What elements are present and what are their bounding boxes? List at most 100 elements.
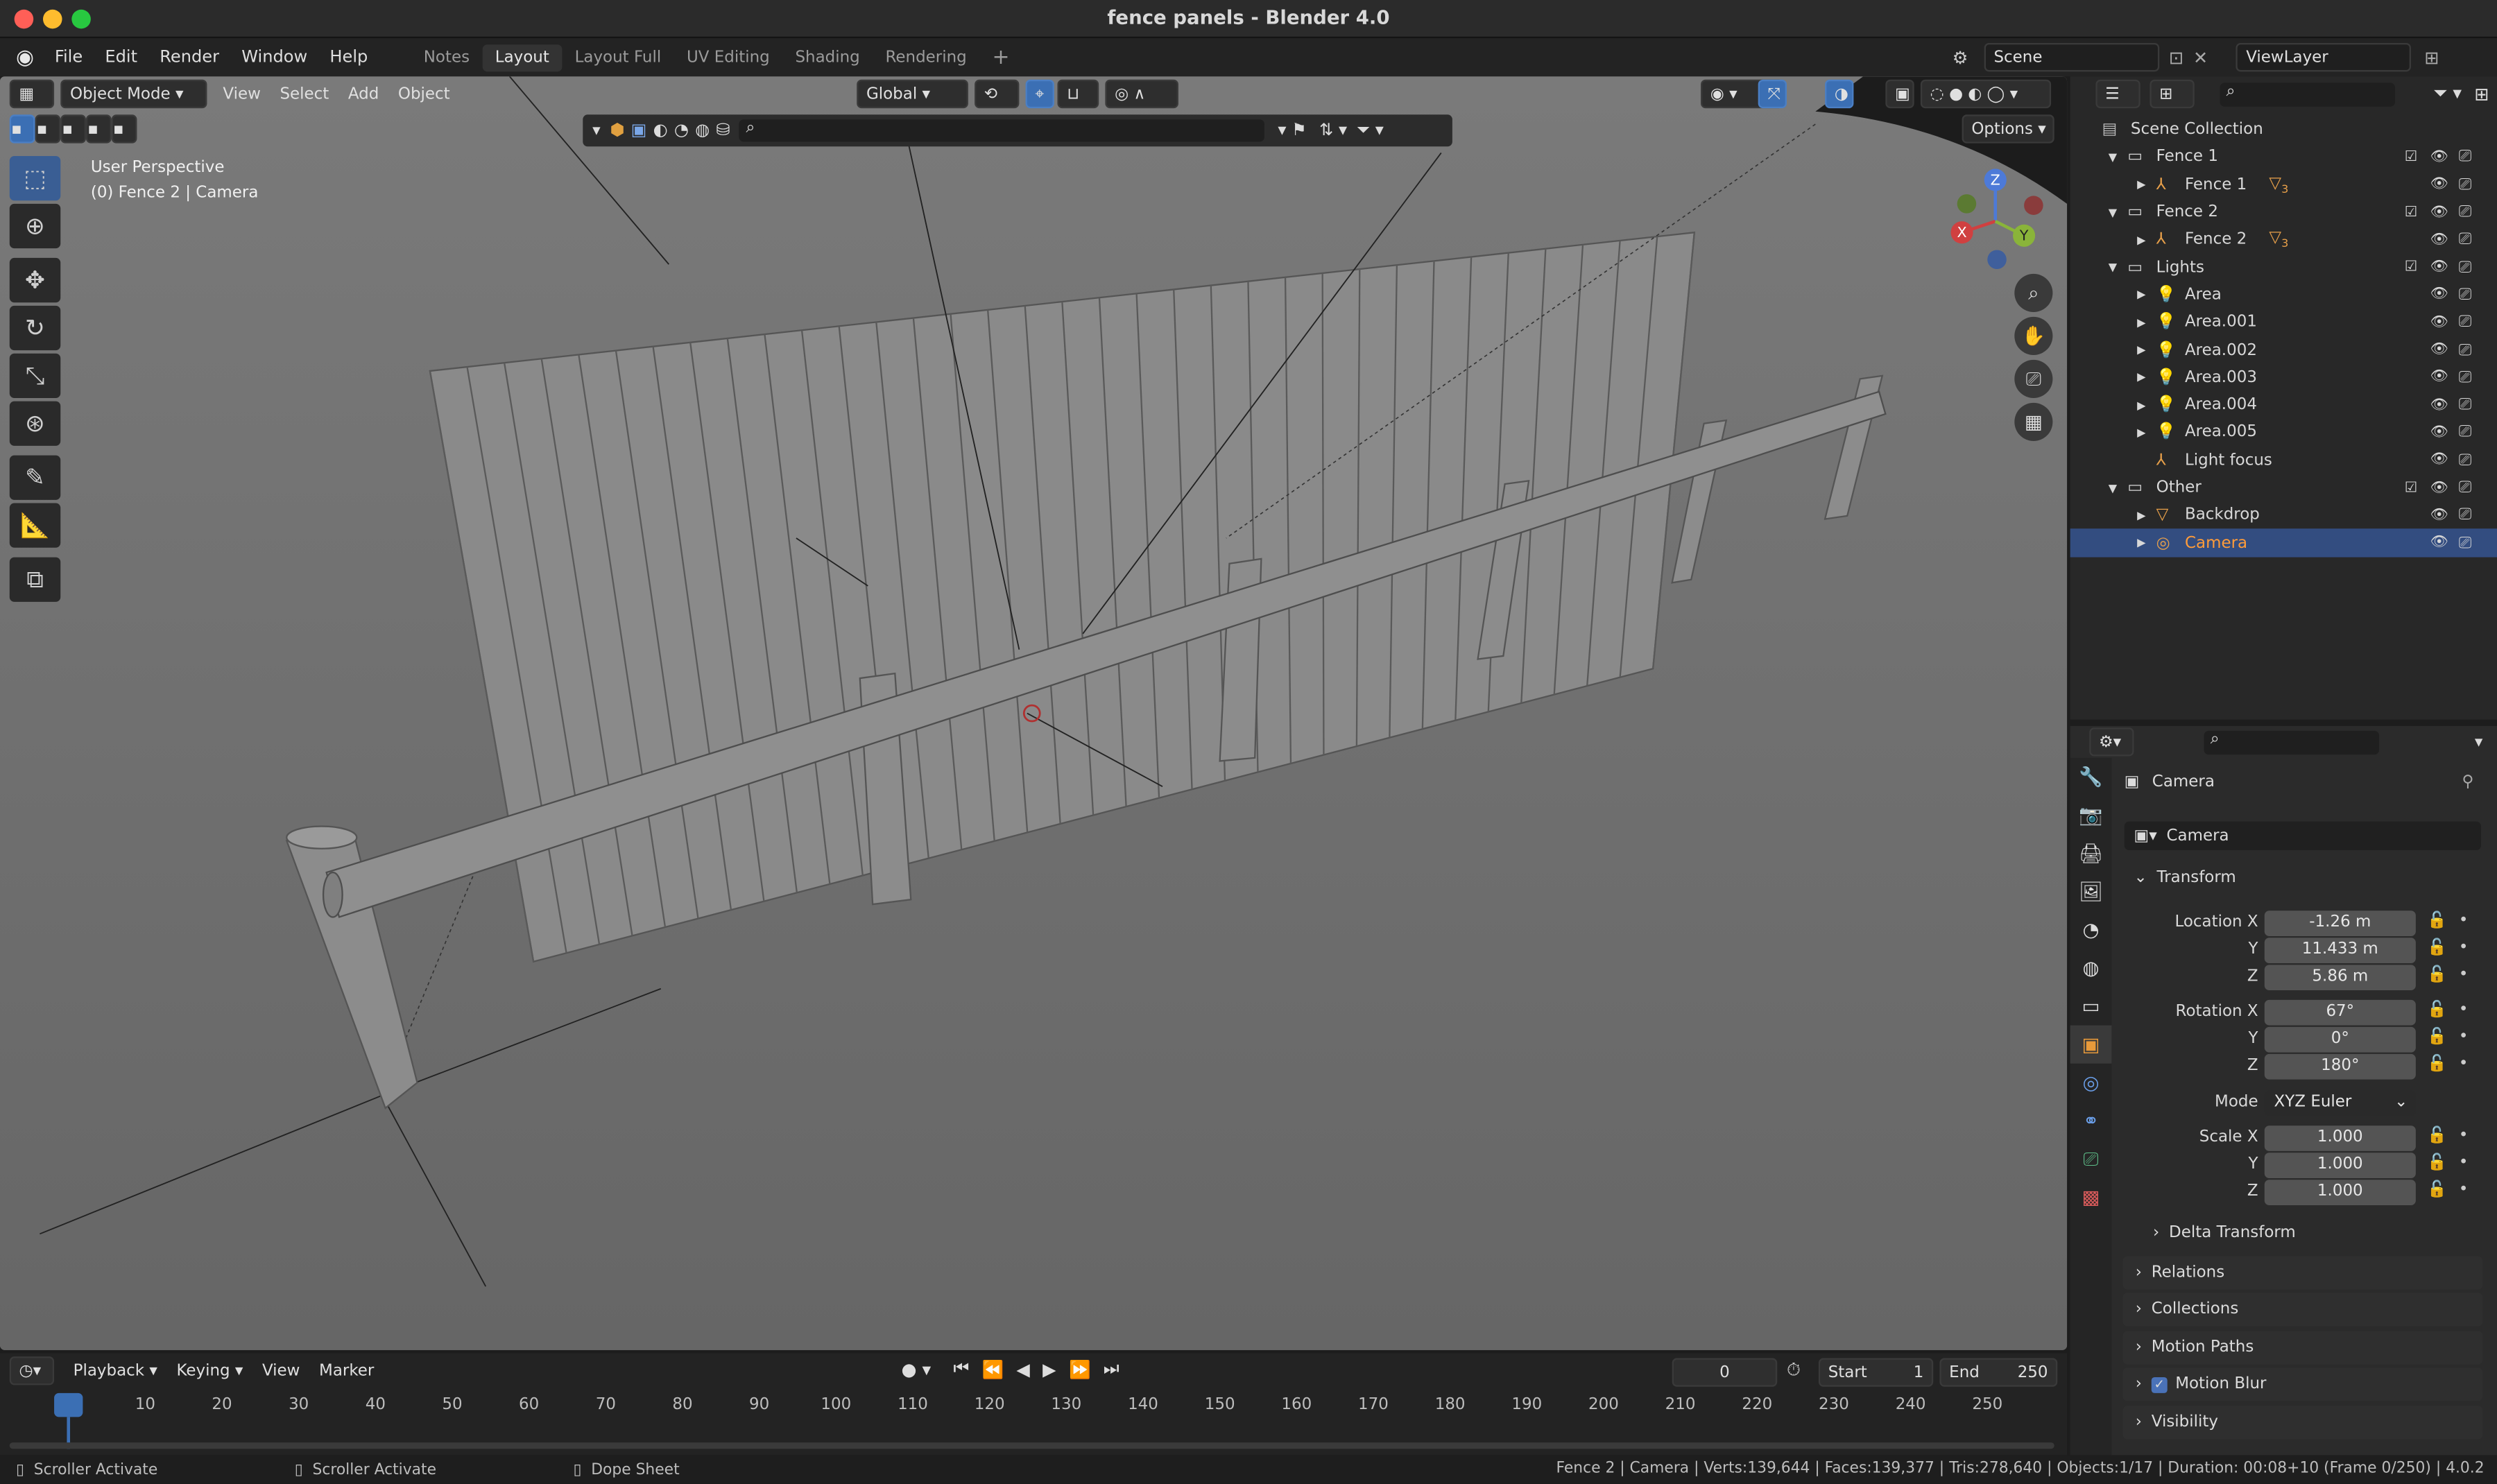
rotate-tool-icon[interactable]: ↻ xyxy=(9,305,61,351)
render-camera-icon[interactable]: ⎚ xyxy=(2459,286,2471,304)
collapse-icon[interactable]: ▾ xyxy=(592,122,601,139)
expand-right-icon[interactable]: ▶ xyxy=(2137,316,2145,329)
expand-right-icon[interactable]: ▶ xyxy=(2137,399,2145,411)
outliner-item-fence-1[interactable]: ▼ ▭ Fence 1 ☑ 👁 ⎚ xyxy=(2070,144,2497,171)
modifier-tab-icon[interactable]: ◎ xyxy=(2070,1064,2112,1102)
keyframe-dot-icon[interactable]: • xyxy=(2459,967,2469,984)
filter-icon[interactable]: ⏷ ▾ xyxy=(1357,120,1384,141)
annotate-tool-icon[interactable]: ✎ xyxy=(9,455,61,500)
lock-icon[interactable]: 🔓 xyxy=(2427,1127,2447,1144)
add-cube-tool-icon[interactable]: ⧉ xyxy=(9,557,61,602)
zoom-icon[interactable]: ⌕ xyxy=(2014,273,2053,312)
expand-right-icon[interactable]: ▶ xyxy=(2137,372,2145,384)
tool-tab-icon[interactable]: 🔧 xyxy=(2070,758,2112,796)
outliner-editor-icon[interactable]: ☰ xyxy=(2095,79,2140,109)
outliner-item-fence-1[interactable]: ▶ ⅄ Fence 1 ▽3 👁 ⎚ xyxy=(2070,171,2497,199)
properties-editor-icon[interactable]: ⚙▾ xyxy=(2089,727,2134,757)
keyframe-dot-icon[interactable]: • xyxy=(2459,1028,2469,1046)
outliner-item-backdrop[interactable]: ▶ ▽ Backdrop 👁 ⎚ xyxy=(2070,502,2497,530)
outliner-search-input[interactable]: ⌕ xyxy=(2220,82,2396,106)
camera-data-tab-icon[interactable]: ⎚ xyxy=(2070,1140,2112,1178)
outliner-item-fence-2[interactable]: ▼ ▭ Fence 2 ☑ 👁 ⎚ xyxy=(2070,199,2497,227)
keyframe-dot-icon[interactable]: • xyxy=(2459,1055,2469,1073)
eye-icon[interactable]: 👁 xyxy=(2430,425,2448,441)
material-filter-icon[interactable]: ◐ xyxy=(653,121,668,140)
new-collection-icon[interactable]: ⊞ xyxy=(2474,84,2489,105)
overlay-toggle-icon[interactable]: ◑ xyxy=(1825,79,1854,109)
remove-scene-icon[interactable]: ✕ xyxy=(2193,47,2208,68)
render-tab-icon[interactable]: 📷 xyxy=(2070,796,2112,834)
menu-render[interactable]: Render xyxy=(148,48,230,67)
render-camera-icon[interactable]: ⎚ xyxy=(2459,176,2471,193)
select-box-tool-icon[interactable]: ⬚ xyxy=(9,155,61,201)
outliner-item-area-003[interactable]: ▶ 💡 Area.003 👁 ⎚ xyxy=(2070,364,2497,392)
outliner-item-area[interactable]: ▶ 💡 Area 👁 ⎚ xyxy=(2070,282,2497,309)
exclude-checkbox[interactable]: ☑ xyxy=(2405,150,2418,166)
ortho-grid-icon[interactable]: ▦ xyxy=(2014,402,2053,441)
keyframe-dot-icon[interactable]: • xyxy=(2459,1001,2469,1019)
select-invert-icon[interactable]: ▪ xyxy=(85,114,112,144)
render-camera-icon[interactable]: ⎚ xyxy=(2459,259,2471,276)
select-set-icon[interactable]: ▪ xyxy=(9,114,35,144)
delta-transform-header[interactable]: › Delta Transform xyxy=(2153,1225,2296,1242)
keyframe-dot-icon[interactable]: • xyxy=(2459,1127,2469,1144)
eye-icon[interactable]: 👁 xyxy=(2430,397,2448,413)
new-view-layer-icon[interactable]: ⊞ xyxy=(2424,47,2439,68)
lock-icon[interactable]: 🔓 xyxy=(2427,940,2447,957)
render-camera-icon[interactable]: ⎚ xyxy=(2459,342,2471,359)
sort-icon[interactable]: ⇅ ▾ xyxy=(1319,121,1347,140)
expand-right-icon[interactable]: ▶ xyxy=(2137,289,2145,302)
outliner-filter-icon[interactable]: ⏷ ▾ xyxy=(2433,83,2462,105)
location-z-field[interactable]: 5.86 m xyxy=(2264,965,2416,991)
select-subtract-icon[interactable]: ▪ xyxy=(60,114,86,144)
outliner-item-fence-2[interactable]: ▶ ⅄ Fence 2 ▽3 👁 ⎚ xyxy=(2070,226,2497,254)
expand-down-icon[interactable]: ▼ xyxy=(2109,261,2117,274)
keyframe-dot-icon[interactable]: • xyxy=(2459,1155,2469,1172)
object-name-field[interactable]: ▣▾ Camera xyxy=(2124,821,2482,851)
eye-icon[interactable]: 👁 xyxy=(2430,370,2448,386)
lock-icon[interactable]: 🔓 xyxy=(2427,967,2447,984)
outliner-item-area-004[interactable]: ▶ 💡 Area.004 👁 ⎚ xyxy=(2070,392,2497,420)
texture-tab-icon[interactable]: ▩ xyxy=(2070,1178,2112,1216)
eye-icon[interactable]: 👁 xyxy=(2430,508,2448,524)
eye-icon[interactable]: 👁 xyxy=(2430,177,2448,193)
render-camera-icon[interactable]: ⎚ xyxy=(2459,204,2471,221)
move-tool-icon[interactable]: ✥ xyxy=(9,257,61,303)
lock-icon[interactable]: 🔓 xyxy=(2427,1055,2447,1073)
menu-window[interactable]: Window xyxy=(230,48,318,67)
mesh-data-icon[interactable]: ▽3 xyxy=(2269,175,2288,196)
output-tab-icon[interactable]: 🖨 xyxy=(2070,834,2112,872)
scene-tab-icon[interactable]: ◔ xyxy=(2070,911,2112,949)
motion-blur-checkbox[interactable]: ✓ xyxy=(2151,1376,2168,1392)
keyframe-dot-icon[interactable]: • xyxy=(2459,1182,2469,1199)
exclude-checkbox[interactable]: ☑ xyxy=(2405,205,2418,221)
tab-rendering[interactable]: Rendering xyxy=(873,44,979,71)
texture-filter-icon[interactable]: ◔ xyxy=(674,121,689,140)
select-intersect-icon[interactable]: ▪ xyxy=(111,114,137,144)
render-camera-icon[interactable]: ⎚ xyxy=(2459,149,2471,166)
editor-type-button[interactable]: ▦ xyxy=(9,79,55,109)
blender-logo-icon[interactable]: ◉ xyxy=(16,45,34,69)
tab-shading[interactable]: Shading xyxy=(782,44,873,71)
expand-down-icon[interactable]: ▼ xyxy=(2109,151,2117,164)
tab-layout[interactable]: Layout xyxy=(482,44,563,71)
keyframe-dot-icon[interactable]: • xyxy=(2459,940,2469,957)
display-mode-icon[interactable]: ⊞ xyxy=(2150,79,2195,109)
bookmark-icon[interactable]: ▾ ⚑ xyxy=(1278,121,1306,140)
transform-tool-icon[interactable]: ⊛ xyxy=(9,401,61,446)
eye-icon[interactable]: 👁 xyxy=(2430,453,2448,469)
playhead[interactable] xyxy=(54,1392,83,1417)
menu-help[interactable]: Help xyxy=(318,48,379,67)
render-camera-icon[interactable]: ⎚ xyxy=(2459,534,2471,551)
pin-icon[interactable]: ⊡ xyxy=(2169,47,2183,68)
pan-hand-icon[interactable]: ✋ xyxy=(2014,316,2053,355)
scene-filter-icon[interactable]: ⛁ xyxy=(716,121,730,140)
render-camera-icon[interactable]: ⎚ xyxy=(2459,397,2471,414)
outliner-item-area-002[interactable]: ▶ 💡 Area.002 👁 ⎚ xyxy=(2070,336,2497,364)
eye-icon[interactable]: 👁 xyxy=(2430,287,2448,303)
lock-icon[interactable]: 🔓 xyxy=(2427,913,2447,930)
render-camera-icon[interactable]: ⎚ xyxy=(2459,451,2471,469)
render-camera-icon[interactable]: ⎚ xyxy=(2459,479,2471,497)
viewport-menu-add[interactable]: Add xyxy=(338,85,388,103)
lock-icon[interactable]: 🔓 xyxy=(2427,1028,2447,1046)
